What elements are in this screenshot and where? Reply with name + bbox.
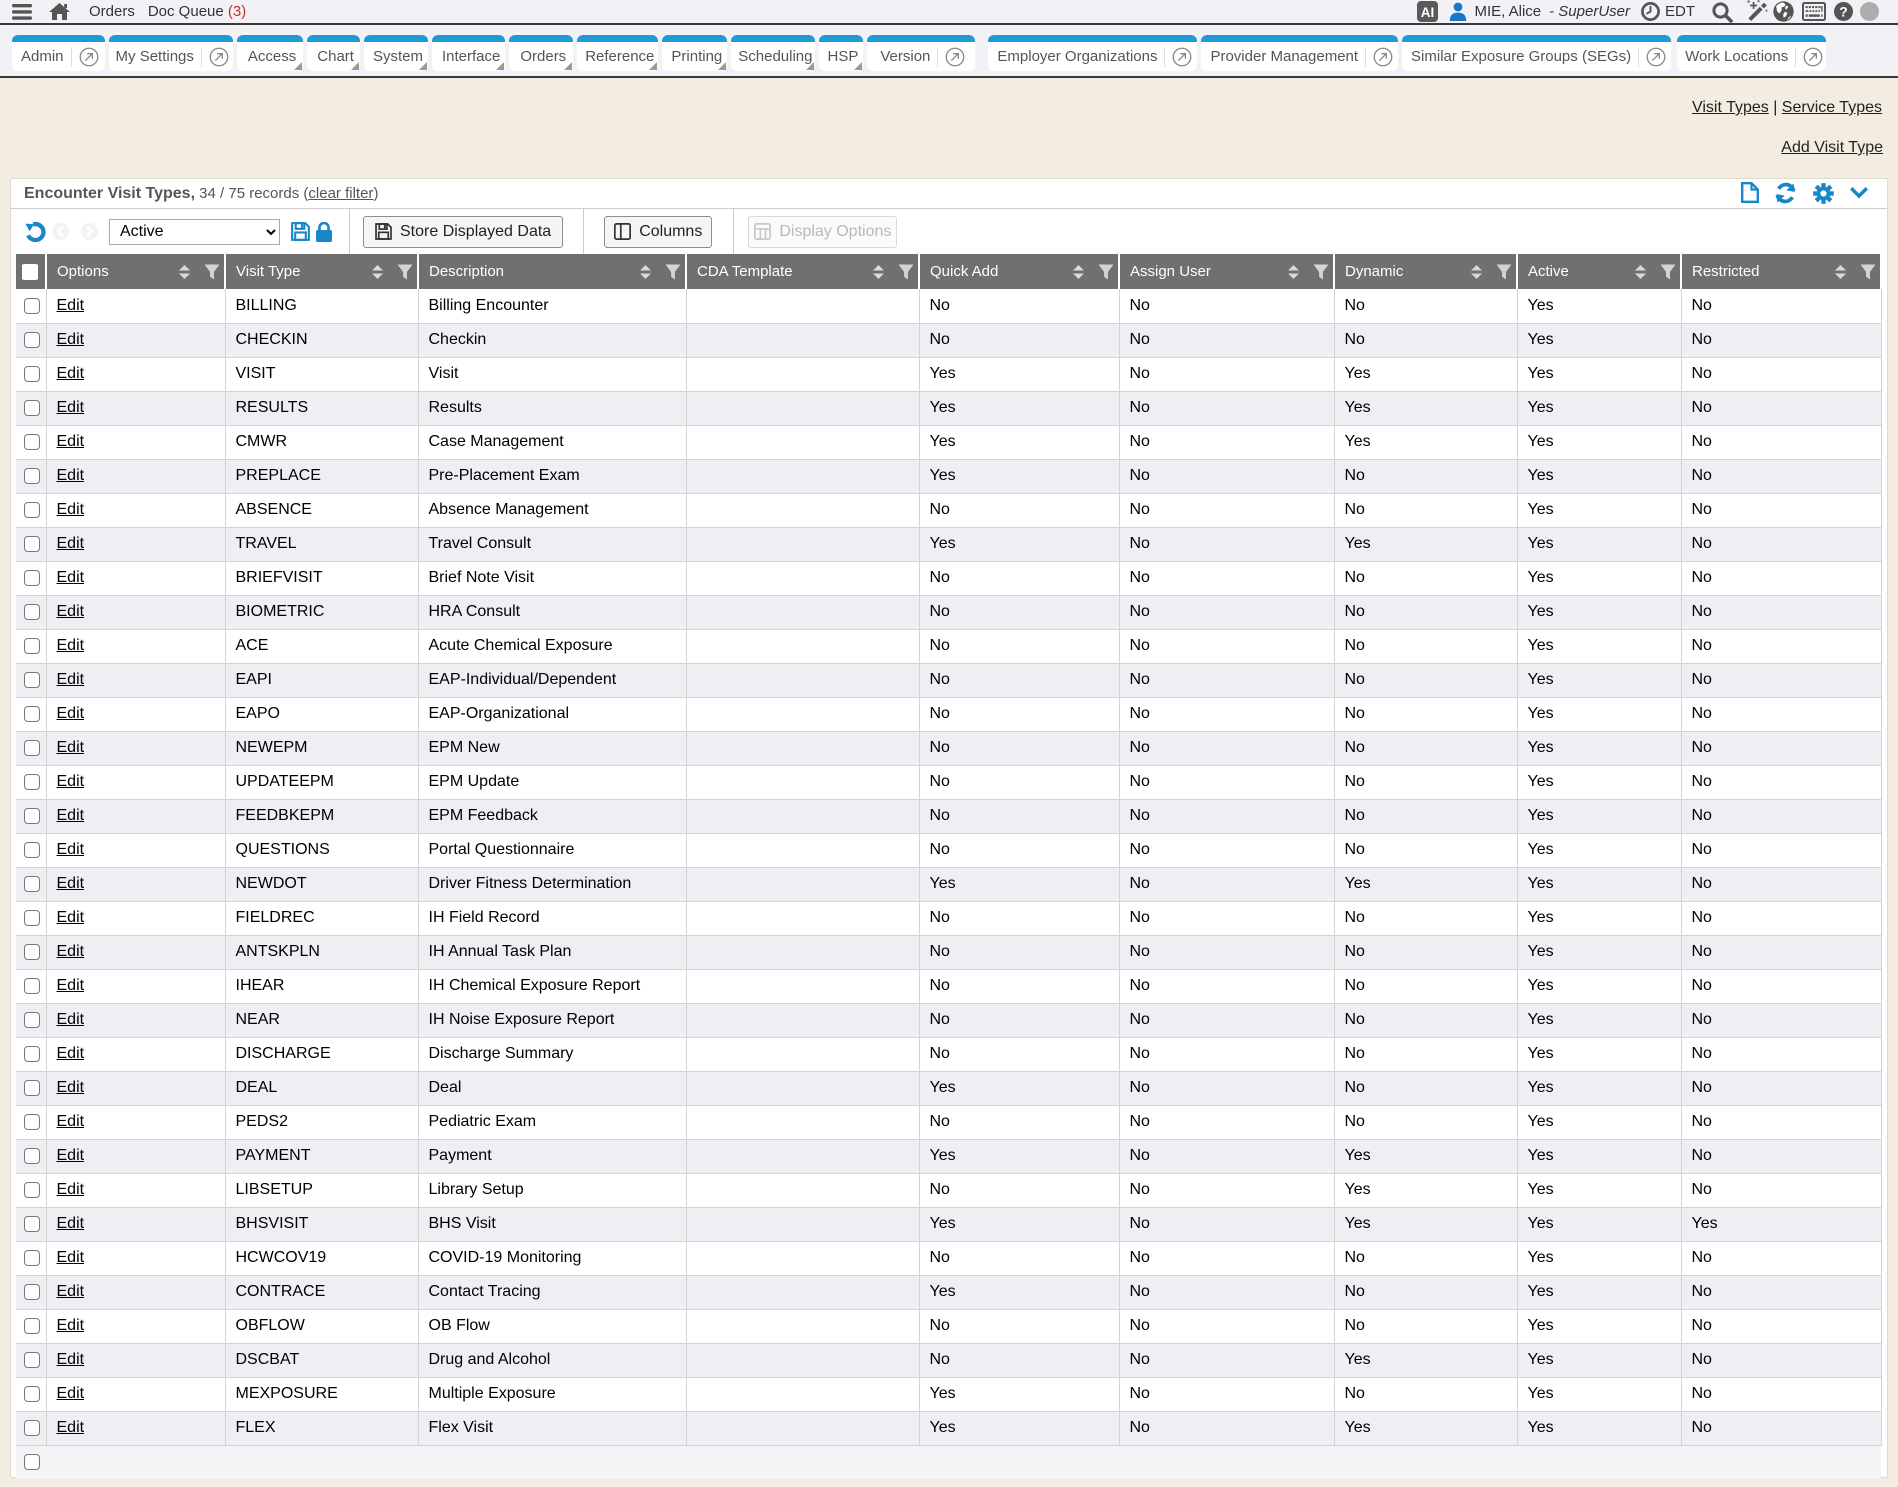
svg-text:?: ?: [1839, 4, 1848, 20]
svg-text:AI: AI: [1421, 5, 1435, 20]
